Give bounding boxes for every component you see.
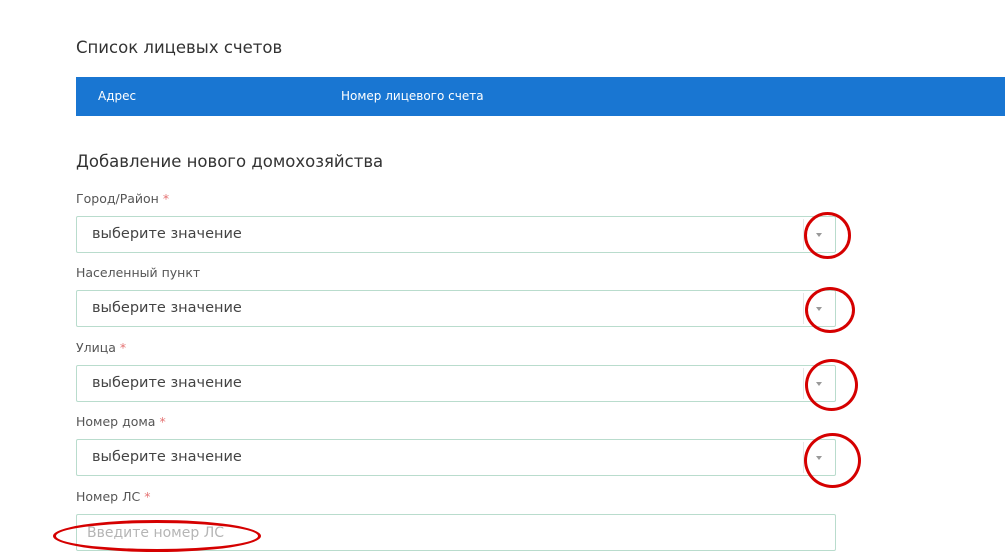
house-number-label: Номер дома *	[76, 414, 166, 429]
chevron-down-icon[interactable]	[803, 293, 833, 324]
required-mark: *	[119, 340, 127, 355]
settlement-label: Населенный пункт	[76, 265, 200, 280]
street-select-value: выберите значение	[92, 375, 242, 391]
accounts-list-title: Список лицевых счетов	[76, 38, 283, 57]
settlement-select[interactable]: выберите значение	[76, 290, 836, 327]
settlement-select-value: выберите значение	[92, 300, 242, 316]
required-mark: *	[144, 489, 151, 504]
chevron-down-icon[interactable]	[803, 219, 833, 250]
house-number-label-text: Номер дома	[76, 414, 156, 429]
house-number-select[interactable]: выберите значение	[76, 439, 836, 476]
account-number-input[interactable]	[76, 514, 836, 551]
street-label-text: Улица	[76, 340, 116, 355]
chevron-down-icon[interactable]	[803, 442, 833, 473]
street-label: Улица *	[76, 340, 126, 355]
account-number-label-text: Номер ЛС	[76, 489, 141, 504]
chevron-down-icon[interactable]	[803, 368, 833, 399]
column-header-account-number[interactable]: Номер лицевого счета	[341, 89, 484, 103]
city-district-select[interactable]: выберите значение	[76, 216, 836, 253]
settlement-label-text: Населенный пункт	[76, 265, 201, 280]
required-mark: *	[162, 191, 170, 206]
city-district-label: Город/Район *	[76, 191, 169, 206]
required-mark: *	[159, 414, 166, 429]
page: Список лицевых счетов Адрес Номер лицево…	[0, 0, 1005, 553]
city-district-label-text: Город/Район	[76, 191, 159, 206]
accounts-table-header: Адрес Номер лицевого счета	[76, 77, 1005, 116]
city-district-select-value: выберите значение	[92, 226, 242, 242]
street-select[interactable]: выберите значение	[76, 365, 836, 402]
add-household-title: Добавление нового домохозяйства	[76, 152, 384, 171]
column-header-address[interactable]: Адрес	[98, 89, 136, 103]
house-number-select-value: выберите значение	[92, 449, 242, 465]
account-number-label: Номер ЛС *	[76, 489, 150, 504]
